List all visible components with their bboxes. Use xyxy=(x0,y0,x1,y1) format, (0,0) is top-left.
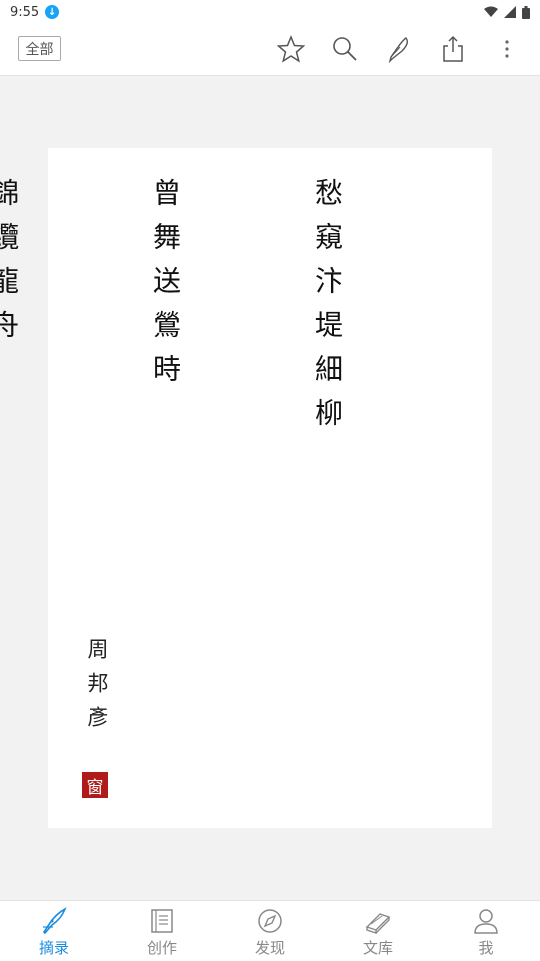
nav-tab-discover[interactable]: 发现 xyxy=(216,901,324,961)
search-icon[interactable] xyxy=(330,34,360,64)
notification-icon: ↓ xyxy=(45,5,60,19)
nav-label-discover: 发现 xyxy=(254,939,285,957)
poem-text: 愁窺汴堤細柳 曾舞送鶯時 錦纜龍舟 xyxy=(0,178,462,442)
nav-tab-me[interactable]: 我 xyxy=(432,901,540,961)
nav-tab-create[interactable]: 创作 xyxy=(108,901,216,961)
books-icon xyxy=(365,913,391,934)
seal-stamp: 窗 xyxy=(82,772,108,798)
status-bar: 9:55 ↓ xyxy=(0,0,540,24)
poem-line-3: 錦纜龍舟 xyxy=(0,178,20,354)
filter-all-button[interactable]: 全部 xyxy=(18,36,61,61)
compass-icon xyxy=(258,909,282,933)
nav-label-create: 创作 xyxy=(146,939,177,957)
nav-label-me: 我 xyxy=(478,939,494,957)
nav-label-excerpts: 摘录 xyxy=(38,939,69,957)
poem-line-1: 愁窺汴堤細柳 xyxy=(311,178,344,442)
star-icon[interactable] xyxy=(276,34,306,64)
toolbar: 全部 xyxy=(0,24,540,76)
battery-icon xyxy=(522,5,530,19)
more-icon[interactable] xyxy=(492,34,522,64)
status-time: 9:55 xyxy=(10,4,40,20)
poem-author: 周邦彥 xyxy=(85,638,109,740)
quill-icon xyxy=(42,907,67,935)
nav-label-library: 文库 xyxy=(362,939,393,957)
bottom-nav: 摘录 创作 发现 文库 我 xyxy=(0,900,540,961)
wifi-icon xyxy=(484,6,498,17)
person-icon xyxy=(474,909,498,934)
notebook-icon xyxy=(151,909,173,933)
nav-tab-library[interactable]: 文库 xyxy=(324,901,432,961)
share-icon[interactable] xyxy=(438,34,468,64)
poem-card[interactable]: 愁窺汴堤細柳 曾舞送鶯時 錦纜龍舟 周邦彥 窗 xyxy=(0,148,492,828)
poem-line-2: 曾舞送鶯時 xyxy=(149,178,182,398)
pen-icon[interactable] xyxy=(383,34,413,64)
signal-icon xyxy=(504,6,516,18)
nav-tab-excerpts[interactable]: 摘录 xyxy=(0,901,108,961)
